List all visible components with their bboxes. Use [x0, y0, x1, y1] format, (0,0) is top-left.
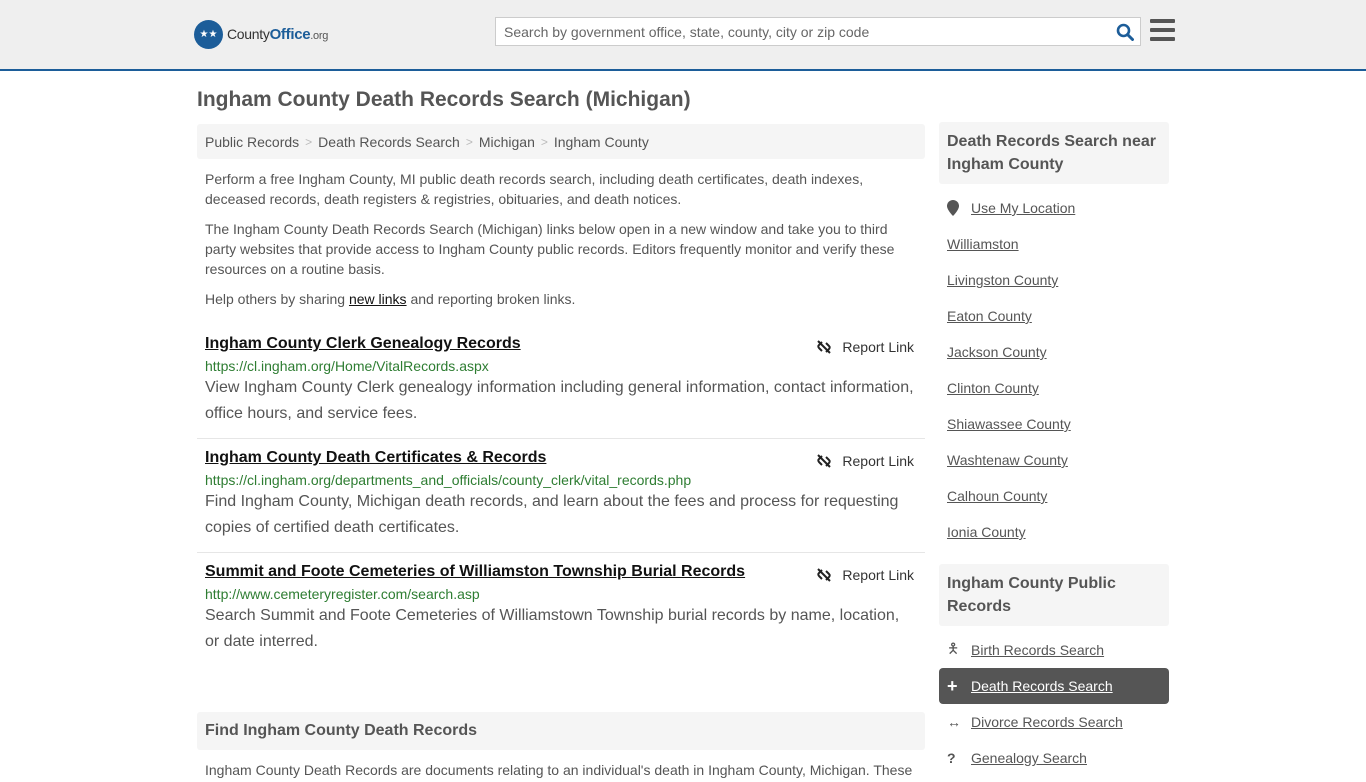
intro-paragraph: Help others by sharing new links and rep…: [205, 291, 576, 307]
nearby-item[interactable]: Ionia County: [939, 514, 1169, 550]
broken-link-icon: [817, 340, 832, 354]
breadcrumb-item[interactable]: Ingham County: [554, 134, 649, 150]
page-title: Ingham County Death Records Search (Mich…: [197, 88, 691, 111]
record-url: https://cl.ingham.org/departments_and_of…: [205, 472, 692, 488]
question-icon: ?: [947, 750, 956, 766]
record-entry: Summit and Foote Cemeteries of Williamst…: [197, 553, 925, 666]
intro-paragraph: Perform a free Ingham County, MI public …: [205, 171, 864, 207]
intro: Perform a free Ingham County, MI public …: [197, 169, 925, 309]
nearby-link[interactable]: Livingston County: [947, 272, 1058, 288]
public-records-link[interactable]: Death Records Search: [971, 678, 1113, 694]
nearby-link[interactable]: Williamston: [947, 236, 1019, 252]
record-description: Find Ingham County, Michigan death recor…: [205, 493, 899, 536]
report-link-button[interactable]: Report Link: [816, 453, 914, 469]
record-description: Search Summit and Foote Cemeteries of Wi…: [205, 607, 900, 650]
search-bar: [495, 17, 1141, 46]
find-records-text: Ingham County Death Records are document…: [205, 762, 913, 778]
breadcrumb-separator: >: [305, 134, 313, 149]
nearby-heading: Death Records Search near Ingham County: [939, 122, 1169, 184]
public-records-item[interactable]: ↔ Divorce Records Search: [939, 704, 1169, 740]
broken-link-icon: [817, 454, 832, 468]
nearby-list: Use My Location Williamston Livingston C…: [939, 184, 1169, 556]
record-description: View Ingham County Clerk genealogy infor…: [205, 379, 914, 422]
breadcrumb-separator: >: [540, 134, 548, 149]
intro-paragraph: The Ingham County Death Records Search (…: [205, 221, 895, 277]
site-logo[interactable]: ★★ CountyOffice.org: [194, 20, 328, 49]
public-records-item-active[interactable]: + Death Records Search: [939, 668, 1169, 704]
public-records-item[interactable]: 🯅 Birth Records Search: [939, 632, 1169, 668]
nearby-item[interactable]: Shiawassee County: [939, 406, 1169, 442]
sidebar: Death Records Search near Ingham County …: [939, 122, 1169, 782]
public-records-heading: Ingham County Public Records: [939, 564, 1169, 626]
site-header: ★★ CountyOffice.org: [0, 0, 1366, 71]
record-title-link[interactable]: Summit and Foote Cemeteries of Williamst…: [205, 563, 917, 581]
public-records-link[interactable]: Divorce Records Search: [971, 714, 1123, 730]
logo-text: County: [227, 26, 270, 42]
search-icon[interactable]: [1110, 18, 1140, 45]
breadcrumb-separator: >: [465, 134, 473, 149]
nearby-item[interactable]: Clinton County: [939, 370, 1169, 406]
nearby-link[interactable]: Shiawassee County: [947, 416, 1071, 432]
logo-text-office: Office: [269, 26, 311, 43]
hamburger-menu-icon[interactable]: [1150, 19, 1175, 41]
record-title-link[interactable]: Ingham County Death Certificates & Recor…: [205, 449, 917, 467]
nearby-item[interactable]: Calhoun County: [939, 478, 1169, 514]
logo-text-org: .org: [310, 30, 329, 42]
public-records-list: 🯅 Birth Records Search + Death Records Sea…: [939, 626, 1169, 782]
broken-link-icon: [817, 568, 832, 582]
nearby-item[interactable]: Williamston: [939, 226, 1169, 262]
nearby-link[interactable]: Ionia County: [947, 524, 1026, 540]
child-icon: 🯅: [947, 640, 960, 656]
plus-icon: +: [947, 675, 958, 696]
public-records-link[interactable]: Birth Records Search: [971, 642, 1104, 658]
nearby-link[interactable]: Washtenaw County: [947, 452, 1068, 468]
record-url: https://cl.ingham.org/Home/VitalRecords.…: [205, 358, 489, 374]
nearby-item[interactable]: Eaton County: [939, 298, 1169, 334]
arrows-horizontal-icon: ↔: [947, 714, 961, 730]
nearby-link[interactable]: Jackson County: [947, 344, 1047, 360]
record-entry: Ingham County Death Certificates & Recor…: [197, 439, 925, 553]
public-records-link[interactable]: Genealogy Search: [971, 750, 1087, 766]
record-url: http://www.cemeteryregister.com/search.a…: [205, 586, 480, 602]
record-list: Ingham County Clerk Genealogy Records ht…: [197, 325, 925, 666]
nearby-item[interactable]: Livingston County: [939, 262, 1169, 298]
nearby-item[interactable]: Washtenaw County: [939, 442, 1169, 478]
breadcrumb-item[interactable]: Public Records: [205, 134, 299, 150]
eagle-logo-icon: ★★: [194, 20, 223, 49]
nearby-item[interactable]: Jackson County: [939, 334, 1169, 370]
record-title-link[interactable]: Ingham County Clerk Genealogy Records: [205, 335, 917, 353]
nearby-link[interactable]: Eaton County: [947, 308, 1032, 324]
map-marker-icon: [947, 200, 971, 216]
record-entry: Ingham County Clerk Genealogy Records ht…: [197, 325, 925, 439]
new-links-link[interactable]: new links: [349, 291, 407, 307]
use-location-item[interactable]: Use My Location: [939, 190, 1169, 226]
breadcrumb: Public Records > Death Records Search > Mi…: [197, 124, 925, 159]
report-link-button[interactable]: Report Link: [816, 567, 914, 583]
nearby-link[interactable]: Clinton County: [947, 380, 1039, 396]
nearby-link[interactable]: Calhoun County: [947, 488, 1047, 504]
find-records-heading: Find Ingham County Death Records: [197, 712, 925, 750]
search-input[interactable]: [496, 18, 1110, 45]
use-location-link[interactable]: Use My Location: [971, 200, 1075, 216]
main-content: Public Records > Death Records Search > Mi…: [197, 124, 925, 778]
report-link-button[interactable]: Report Link: [816, 339, 914, 355]
public-records-item[interactable]: ? Genealogy Search: [939, 740, 1169, 776]
breadcrumb-item[interactable]: Michigan: [479, 134, 535, 150]
breadcrumb-item[interactable]: Death Records Search: [318, 134, 460, 150]
